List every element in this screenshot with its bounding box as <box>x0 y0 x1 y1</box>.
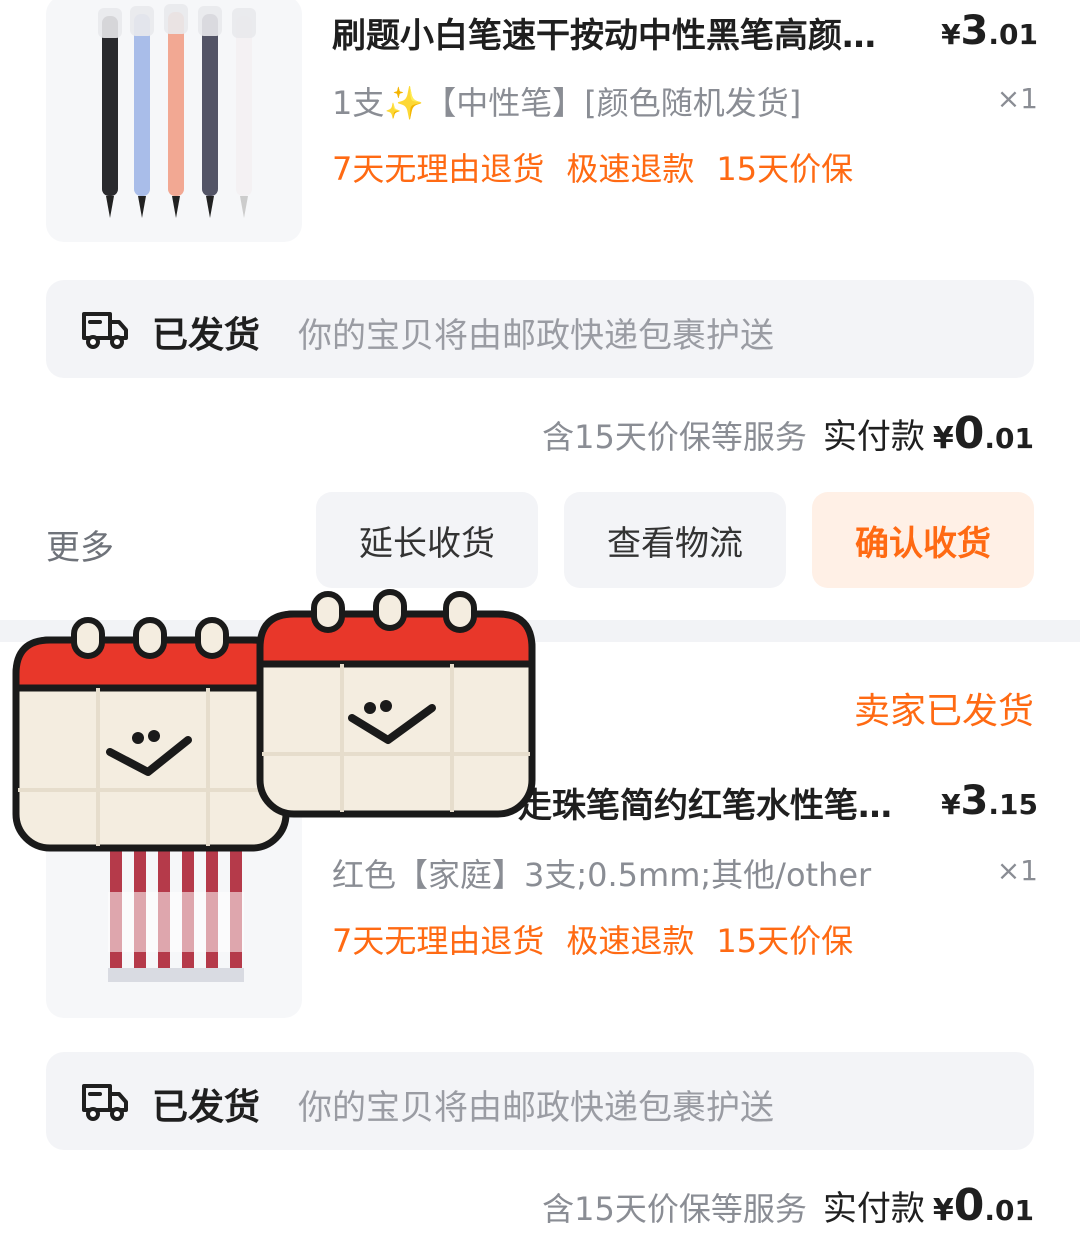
service-tags: 7天无理由退货 极速退款 15天价保 <box>332 916 875 962</box>
shipping-status: 已发货 <box>152 1087 261 1128</box>
product-thumbnail[interactable] <box>46 0 302 242</box>
truck-icon <box>82 312 128 349</box>
tag-price-protect: 15天价保 <box>716 922 854 960</box>
payment-decimal: .01 <box>984 1194 1034 1227</box>
payment-service: 含15天价保等服务 <box>542 1190 807 1228</box>
order-card-1: 刷题小白笔速干按动中性黑笔高颜… ¥3.01 1支✨【中性笔】[颜色随机发货] … <box>0 0 1080 620</box>
payment-service: 含15天价保等服务 <box>542 418 807 456</box>
product-title[interactable]: 刷题小白笔速干按动中性黑笔高颜… <box>332 8 932 57</box>
tag-price-protect: 15天价保 <box>716 150 854 188</box>
product-title[interactable]: 走珠笔简约红笔水性笔… <box>518 778 938 827</box>
truck-icon <box>82 1084 128 1121</box>
view-logistics-button[interactable]: 查看物流 <box>564 492 786 588</box>
payment-integer: 0 <box>953 408 985 459</box>
product-spec: 红色【家庭】3支;0.5mm;其他/other <box>332 856 872 894</box>
payment-integer: 0 <box>953 1180 985 1231</box>
shipping-status-bar[interactable]: 已发货 你的宝贝将由邮政快递包裹护送 <box>46 280 1034 378</box>
payment-decimal: .01 <box>984 422 1034 455</box>
service-tags: 7天无理由退货 极速退款 15天价保 <box>332 144 875 190</box>
payment-currency: ¥ <box>932 421 954 456</box>
product-quantity: ×1 <box>996 854 1038 887</box>
payment-row: 含15天价保等服务 实付款 ¥0.01 <box>542 1180 1034 1231</box>
product-price: ¥3.15 <box>941 778 1038 824</box>
tag-fast-refund: 极速退款 <box>566 922 695 960</box>
more-button[interactable]: 更多 <box>46 520 114 569</box>
payment-currency: ¥ <box>932 1193 954 1228</box>
black-pens-image <box>98 4 256 218</box>
price-currency: ¥ <box>941 18 961 51</box>
price-integer: 3 <box>960 778 989 824</box>
calendar-sticker <box>256 589 536 818</box>
extend-receipt-button[interactable]: 延长收货 <box>316 492 538 588</box>
price-currency: ¥ <box>941 788 961 821</box>
confirm-receipt-button[interactable]: 确认收货 <box>812 492 1034 588</box>
seller-status: 卖家已发货 <box>853 691 1034 732</box>
product-quantity: ×1 <box>996 82 1038 115</box>
payment-row: 含15天价保等服务 实付款 ¥0.01 <box>542 408 1034 459</box>
shipping-desc: 你的宝贝将由邮政快递包裹护送 <box>298 316 774 356</box>
tag-return: 7天无理由退货 <box>332 922 545 960</box>
price-integer: 3 <box>960 8 989 54</box>
price-decimal: .01 <box>988 18 1038 51</box>
product-price: ¥3.01 <box>941 8 1038 54</box>
shipping-status-bar[interactable]: 已发货 你的宝贝将由邮政快递包裹护送 <box>46 1052 1034 1150</box>
price-decimal: .15 <box>988 788 1038 821</box>
product-spec: 1支✨【中性笔】[颜色随机发货] <box>332 84 802 122</box>
payment-label: 实付款 <box>822 1189 925 1229</box>
tag-fast-refund: 极速退款 <box>566 150 695 188</box>
shipping-desc: 你的宝贝将由邮政快递包裹护送 <box>298 1088 774 1128</box>
shipping-status: 已发货 <box>152 315 261 356</box>
payment-label: 实付款 <box>822 417 925 457</box>
tag-return: 7天无理由退货 <box>332 150 545 188</box>
